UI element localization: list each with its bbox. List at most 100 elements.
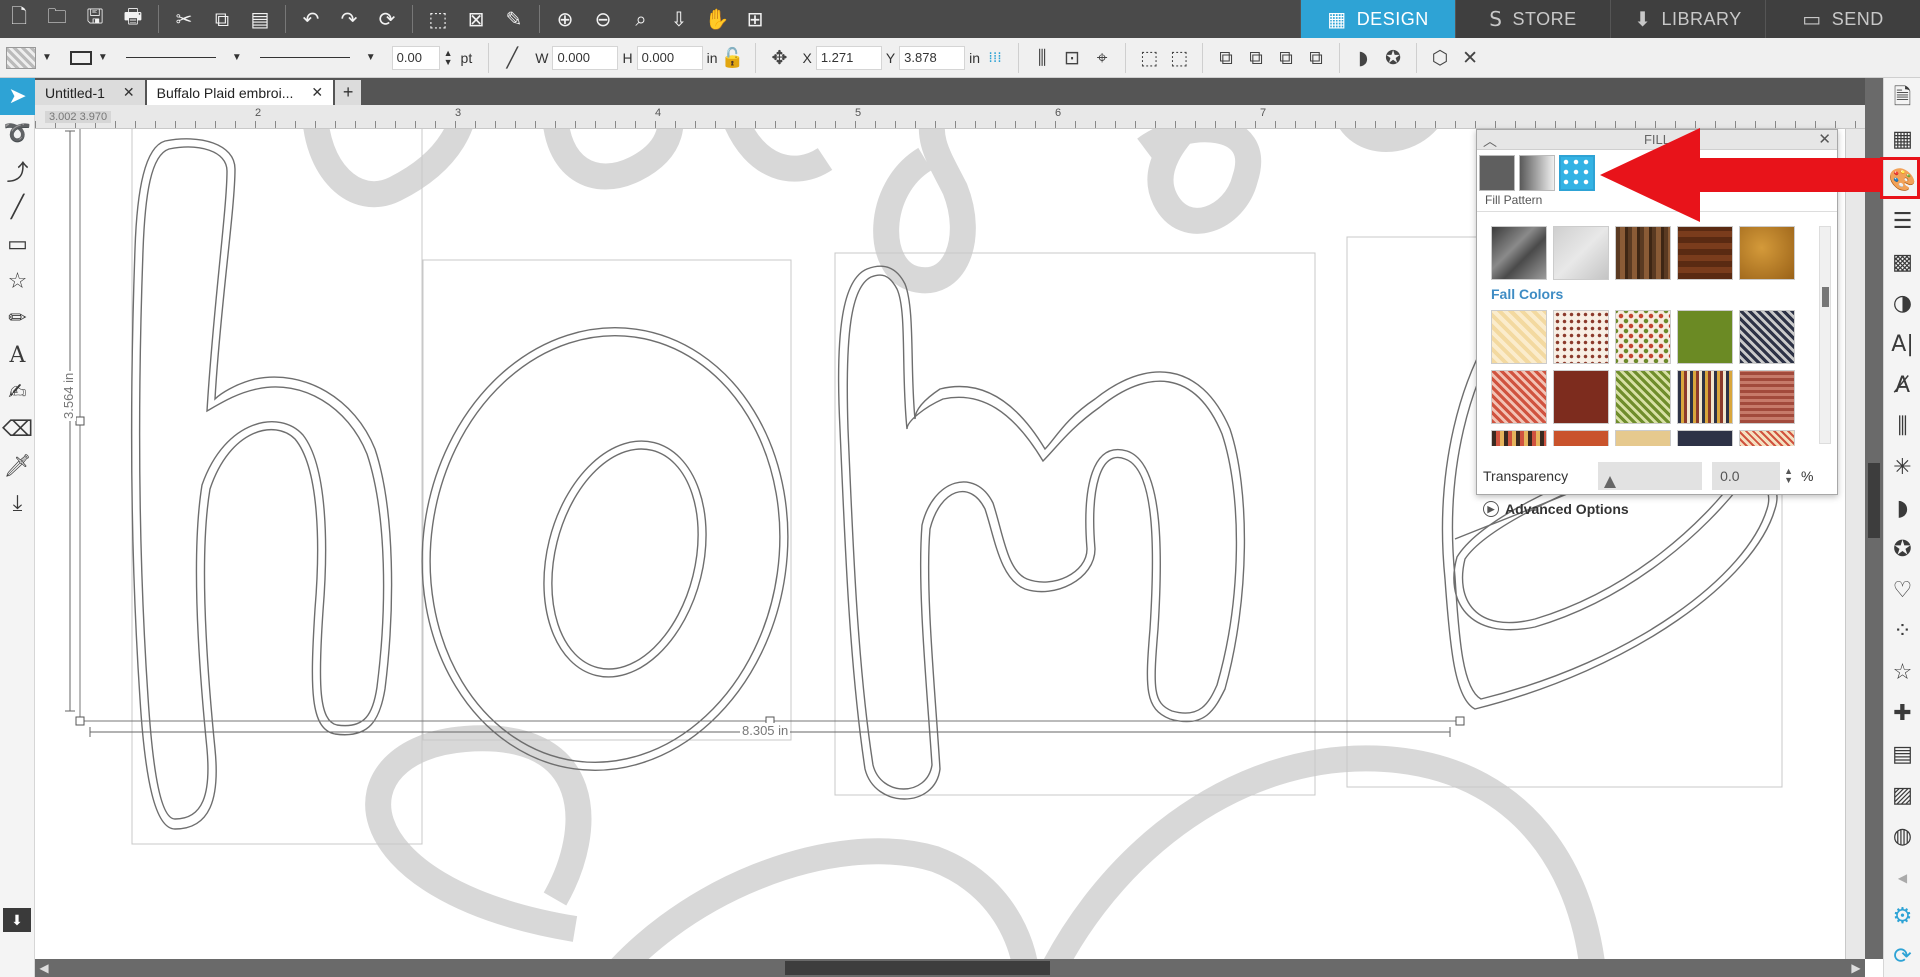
tab-design[interactable]: ▦ DESIGN xyxy=(1300,0,1455,38)
sketch-panel-icon[interactable]: ▨ xyxy=(1884,775,1920,816)
pattern-swatch[interactable] xyxy=(1553,310,1609,364)
settings-gear-icon[interactable]: ⚙ xyxy=(1884,896,1920,937)
open-folder-icon[interactable]: 🗀 xyxy=(42,4,72,34)
width-input[interactable]: 0.000 xyxy=(552,45,619,70)
transparency-stepper[interactable]: ▲ ▼ xyxy=(1784,467,1793,485)
undo-icon[interactable]: ↶ xyxy=(296,4,326,34)
select-all-icon[interactable]: ⬚ xyxy=(423,4,453,34)
offset-star-icon[interactable]: ✪ xyxy=(1884,529,1920,570)
advanced-options-toggle[interactable]: ▶ Advanced Options xyxy=(1483,501,1629,517)
close-icon[interactable]: ✕ xyxy=(123,84,135,101)
pattern-swatch[interactable] xyxy=(1677,310,1733,364)
gradient-fill-button[interactable] xyxy=(1519,155,1555,191)
pixscan-icon[interactable]: ▦ xyxy=(1884,119,1920,160)
rectangle-tool-icon[interactable]: ▭ xyxy=(0,226,35,263)
pattern-swatch[interactable] xyxy=(1739,226,1795,280)
polygon-star-tool-icon[interactable]: ☆ xyxy=(0,263,35,300)
pattern-swatch[interactable] xyxy=(1677,370,1733,424)
copy-icon[interactable]: ⧉ xyxy=(207,4,237,34)
eyedropper-tool-icon[interactable]: ⤓ xyxy=(0,485,35,522)
close-icon[interactable]: ✕ xyxy=(311,84,323,101)
pattern-swatch[interactable] xyxy=(1491,370,1547,424)
selection-handles[interactable] xyxy=(75,129,1465,726)
stroke-width-input[interactable]: 0.00 xyxy=(391,45,440,70)
align-panel-icon[interactable]: ⫼ xyxy=(1884,406,1920,447)
send-backward-icon[interactable]: ⧉ xyxy=(1301,43,1331,73)
group-icon[interactable]: ⬚ xyxy=(1134,43,1164,73)
lock-aspect-icon[interactable]: 🔓 xyxy=(721,43,745,73)
scrollbar-thumb[interactable] xyxy=(1822,287,1829,307)
doc-tab-untitled[interactable]: Untitled-1 ✕ xyxy=(35,80,145,105)
line-style-dropdown[interactable]: ▼ xyxy=(116,52,242,63)
point-edit-icon[interactable]: ⤴ xyxy=(0,152,35,189)
line-icon[interactable]: ╱ xyxy=(497,43,527,73)
pattern-swatch[interactable] xyxy=(1553,370,1609,424)
move-down-icon[interactable]: ⇩ xyxy=(664,4,694,34)
add-tab-button[interactable]: + xyxy=(335,80,362,105)
cut-icon[interactable]: ✂ xyxy=(169,4,199,34)
redo-icon[interactable]: ↷ xyxy=(334,4,364,34)
chevron-up-icon[interactable]: ︿ xyxy=(1483,131,1497,151)
align-icon[interactable]: ⫼ xyxy=(1027,43,1057,73)
pattern-swatch[interactable] xyxy=(1677,430,1733,446)
line-tool-icon[interactable]: ╱ xyxy=(0,189,35,226)
doc-tab-buffalo-plaid[interactable]: Buffalo Plaid embroi... ✕ xyxy=(146,80,334,105)
stroke-stepper[interactable]: ▲ ▼ xyxy=(444,48,453,67)
line-style-icon[interactable]: ☰ xyxy=(1884,201,1920,242)
pattern-swatch[interactable] xyxy=(1615,430,1671,446)
height-input[interactable]: 0.000 xyxy=(636,45,703,70)
library-stack-icon[interactable]: ▤ xyxy=(1884,734,1920,775)
pattern-fill-button[interactable] xyxy=(1559,155,1595,191)
collapse-arrow-icon[interactable]: ◀ xyxy=(1884,857,1920,898)
bring-forward-icon[interactable]: ⧉ xyxy=(1271,43,1301,73)
favorites-star-icon[interactable]: ☆ xyxy=(1884,652,1920,693)
modify-shapes-icon[interactable]: ◗ xyxy=(1348,43,1378,73)
pattern-swatch[interactable] xyxy=(1615,370,1671,424)
sketch-tool-icon[interactable]: ✍ xyxy=(0,374,35,411)
pattern-scrollbar[interactable] xyxy=(1819,226,1831,444)
horizontal-scrollbar[interactable]: ◀ ▶ xyxy=(35,959,1865,977)
3d-box-icon[interactable]: ⬡ xyxy=(1425,43,1455,73)
knife-tool-icon[interactable]: 🗡 xyxy=(0,448,35,485)
text-tool-icon[interactable]: A xyxy=(0,337,35,374)
library-panel-icon[interactable]: ⬇ xyxy=(3,908,31,932)
zoom-to-fit-icon[interactable]: ⌕ xyxy=(626,4,656,34)
paste-icon[interactable]: ▤ xyxy=(245,4,275,34)
replicate-icon[interactable]: ✳ xyxy=(1884,447,1920,488)
pattern-swatch[interactable] xyxy=(1553,430,1609,446)
reference-point-icon[interactable]: ⁞⁞⁞ xyxy=(984,43,1006,73)
scrollbar-thumb[interactable] xyxy=(785,961,1050,975)
text-style-icon[interactable]: A| xyxy=(1884,324,1920,365)
center-to-page-icon[interactable]: ⌖ xyxy=(1087,43,1117,73)
line-weight-dropdown[interactable]: ▼ xyxy=(250,52,376,63)
transparency-icon[interactable]: ◑ xyxy=(1884,283,1920,324)
star-icon[interactable]: ✪ xyxy=(1378,43,1408,73)
tab-send[interactable]: ▭ SEND xyxy=(1765,0,1920,38)
center-icon[interactable]: ⊡ xyxy=(1057,43,1087,73)
pattern-swatch[interactable] xyxy=(1553,226,1609,280)
texture-icon[interactable]: ▩ xyxy=(1884,242,1920,283)
rhinestone-icon[interactable]: ⁘ xyxy=(1884,611,1920,652)
deselect-icon[interactable]: ⊠ xyxy=(461,4,491,34)
globe-icon[interactable]: ◍ xyxy=(1884,816,1920,857)
move-icon[interactable]: ✥ xyxy=(764,43,794,73)
new-document-icon[interactable]: 🗋 xyxy=(4,4,34,34)
trace-icon[interactable]: ♡ xyxy=(1884,570,1920,611)
pattern-swatch[interactable] xyxy=(1739,310,1795,364)
pattern-swatch[interactable] xyxy=(1615,310,1671,364)
grid-plus-icon[interactable]: ⊞ xyxy=(740,4,770,34)
scroll-left-icon[interactable]: ◀ xyxy=(35,959,53,977)
tab-library[interactable]: ⬇ LIBRARY xyxy=(1610,0,1765,38)
scroll-right-icon[interactable]: ▶ xyxy=(1847,959,1865,977)
transparency-input[interactable]: 0.0 xyxy=(1712,462,1781,490)
lasso-icon[interactable]: ➰ xyxy=(0,115,35,152)
solid-fill-button[interactable] xyxy=(1479,155,1515,191)
page-setup-icon[interactable]: 🗎 xyxy=(1884,78,1920,119)
modify-panel-icon[interactable]: ◗ xyxy=(1884,488,1920,529)
transparency-slider[interactable] xyxy=(1598,462,1703,490)
refresh-icon[interactable]: ⟳ xyxy=(372,4,402,34)
pattern-swatch[interactable] xyxy=(1491,310,1547,364)
pan-hand-icon[interactable]: ✋ xyxy=(702,4,732,34)
text-to-path-icon[interactable]: A̸ xyxy=(1884,365,1920,406)
sync-icon[interactable]: ⟳ xyxy=(1884,936,1920,977)
